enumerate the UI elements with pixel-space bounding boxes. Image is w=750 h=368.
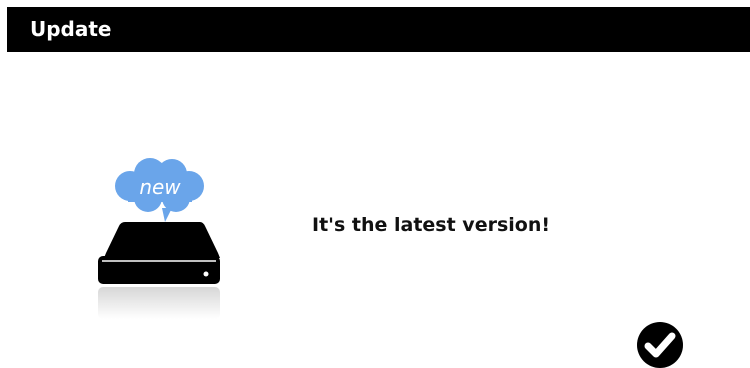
- status-message: It's the latest version!: [312, 214, 551, 236]
- update-dialog: Update new It's the latest version!: [0, 0, 750, 368]
- cloud-bubble-icon: new: [115, 158, 204, 222]
- title-bar: Update: [7, 7, 750, 52]
- dialog-title: Update: [30, 17, 112, 41]
- checkmark-circle-icon: [637, 322, 683, 368]
- device-reflection: [98, 287, 220, 319]
- badge-text: new: [139, 175, 181, 199]
- confirm-button[interactable]: [637, 322, 683, 368]
- update-illustration: new: [92, 152, 232, 332]
- hard-drive-icon: [98, 222, 220, 284]
